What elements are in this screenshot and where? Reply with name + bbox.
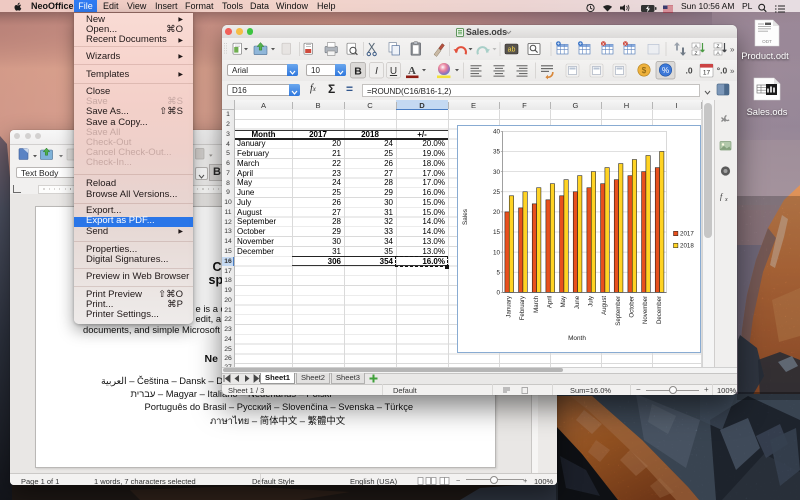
svg-text:June: June bbox=[574, 295, 581, 309]
svg-text:August: August bbox=[601, 295, 608, 314]
svg-text:x: x bbox=[724, 197, 728, 203]
svg-text:2017: 2017 bbox=[680, 230, 694, 237]
svg-text:x: x bbox=[624, 42, 627, 48]
svg-text:f: f bbox=[720, 192, 724, 201]
svg-text:U: U bbox=[390, 66, 397, 77]
svg-text:20: 20 bbox=[493, 209, 501, 216]
svg-text:October: October bbox=[629, 295, 636, 317]
svg-text:February: February bbox=[519, 295, 526, 320]
svg-text:December: December bbox=[656, 295, 663, 323]
svg-text:A: A bbox=[408, 65, 416, 77]
svg-text:I: I bbox=[375, 66, 378, 77]
svg-text:Sales: Sales bbox=[462, 209, 469, 225]
svg-text:x: x bbox=[602, 42, 605, 48]
svg-text:Month: Month bbox=[568, 335, 586, 342]
svg-text:.0: .0 bbox=[685, 66, 692, 76]
svg-text:%: % bbox=[662, 66, 669, 75]
svg-text:September: September bbox=[615, 295, 622, 325]
svg-text:30: 30 bbox=[493, 168, 501, 175]
svg-text:July: July bbox=[588, 295, 595, 307]
svg-text:May: May bbox=[560, 295, 567, 307]
svg-text:35: 35 bbox=[493, 148, 501, 155]
svg-text:November: November bbox=[642, 295, 649, 323]
svg-text:ODT: ODT bbox=[762, 39, 772, 44]
svg-text:+: + bbox=[579, 42, 582, 48]
svg-text:15: 15 bbox=[493, 229, 501, 236]
svg-text:March: March bbox=[533, 295, 540, 312]
svg-text:10: 10 bbox=[493, 249, 501, 256]
svg-text:25: 25 bbox=[493, 189, 501, 196]
svg-text:5: 5 bbox=[496, 269, 500, 276]
svg-text:+: + bbox=[557, 42, 560, 48]
svg-text:Z: Z bbox=[695, 50, 698, 56]
svg-text:17: 17 bbox=[703, 70, 711, 77]
svg-text:January: January bbox=[506, 295, 513, 318]
svg-text:ab: ab bbox=[508, 47, 516, 54]
svg-text:»: » bbox=[730, 67, 735, 76]
svg-text:$: $ bbox=[642, 66, 647, 75]
svg-text:40: 40 bbox=[493, 128, 501, 135]
svg-text:0: 0 bbox=[496, 289, 500, 296]
svg-text:°.0: °.0 bbox=[717, 66, 728, 76]
svg-text:2018: 2018 bbox=[680, 242, 694, 249]
svg-text:B: B bbox=[354, 66, 362, 78]
svg-text:April: April bbox=[547, 295, 554, 307]
svg-text:Z: Z bbox=[717, 43, 720, 49]
